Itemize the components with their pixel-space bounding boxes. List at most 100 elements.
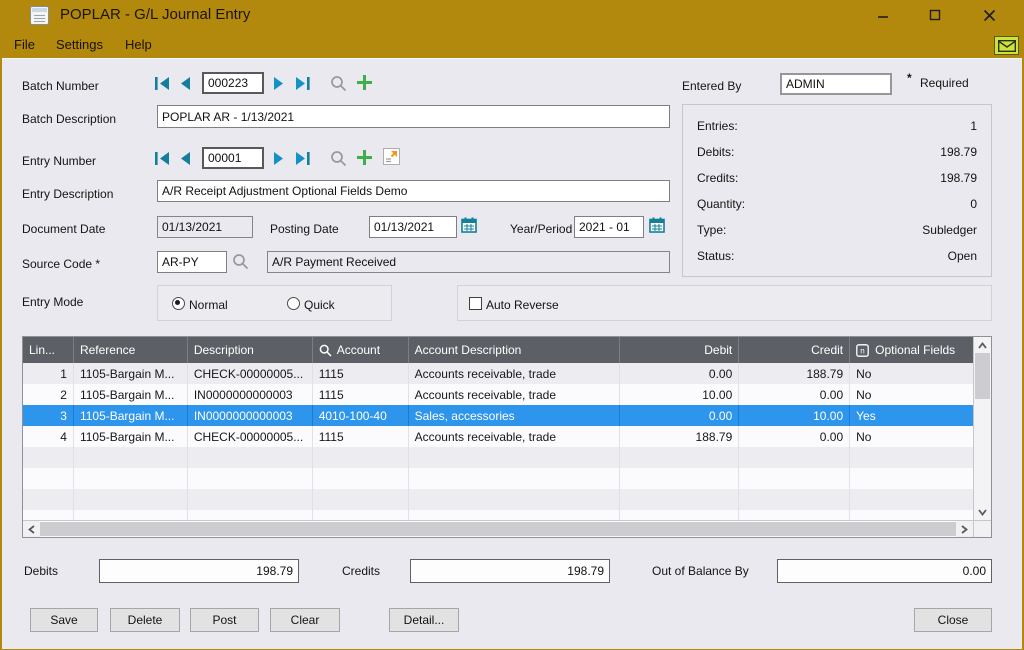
last-record-icon[interactable] bbox=[294, 77, 310, 90]
close-button[interactable]: Close bbox=[914, 608, 992, 632]
delete-button[interactable]: Delete bbox=[110, 608, 180, 632]
posting-date-input[interactable]: 01/13/2021 bbox=[369, 216, 457, 238]
menu-file[interactable]: File bbox=[14, 37, 35, 52]
totals-debits-value: 198.79 bbox=[99, 559, 299, 583]
required-asterisk: * bbox=[907, 71, 912, 85]
totals-credits-label: Credits bbox=[342, 564, 381, 578]
batch-description-input[interactable]: POPLAR AR - 1/13/2021 bbox=[157, 105, 670, 128]
table-row-selected[interactable]: 3 1105-Bargain M... IN0000000000003 4010… bbox=[23, 405, 974, 426]
empty-row bbox=[23, 468, 974, 489]
new-entry-plus-icon[interactable] bbox=[357, 150, 372, 165]
scroll-left-icon[interactable] bbox=[23, 521, 40, 537]
quantity-value: 0 bbox=[970, 197, 977, 211]
horizontal-scroll-thumb[interactable] bbox=[40, 522, 957, 536]
table-row[interactable]: 2 1105-Bargain M... IN0000000000003 1115… bbox=[23, 384, 974, 405]
year-period-calendar-icon[interactable] bbox=[649, 217, 665, 233]
entry-mode-quick-label: Quick bbox=[304, 298, 335, 312]
status-value: Open bbox=[947, 249, 977, 263]
entry-mode-normal-radio[interactable] bbox=[172, 297, 185, 310]
previous-record-icon[interactable] bbox=[179, 77, 191, 90]
entry-next-record-icon[interactable] bbox=[273, 152, 285, 165]
scrollbar-corner bbox=[974, 520, 991, 537]
scroll-right-icon[interactable] bbox=[956, 521, 974, 537]
entered-by-input[interactable]: ADMIN bbox=[780, 73, 892, 95]
required-note: Required bbox=[920, 76, 969, 90]
menu-settings[interactable]: Settings bbox=[56, 37, 103, 52]
quantity-label: Quantity: bbox=[697, 197, 746, 211]
post-button[interactable]: Post bbox=[190, 608, 259, 632]
entry-number-input[interactable]: 00001 bbox=[202, 147, 264, 169]
posting-date-calendar-icon[interactable] bbox=[461, 217, 477, 233]
col-header-account[interactable]: Account bbox=[313, 337, 409, 363]
auto-reverse-label: Auto Reverse bbox=[486, 298, 559, 312]
batch-finder-search-icon[interactable] bbox=[330, 75, 347, 92]
col-header-reference[interactable]: Reference bbox=[74, 337, 188, 363]
credits-stat-label: Credits: bbox=[697, 171, 739, 185]
maximize-button[interactable] bbox=[918, 3, 952, 27]
menu-help[interactable]: Help bbox=[125, 37, 152, 52]
grid-header-row: Lin... Reference Description Account Acc… bbox=[23, 337, 974, 363]
totals-debits-label: Debits bbox=[24, 564, 59, 578]
new-batch-plus-icon[interactable] bbox=[357, 75, 372, 90]
next-record-icon[interactable] bbox=[273, 77, 285, 90]
scroll-down-icon[interactable] bbox=[974, 504, 991, 520]
document-date-field: 01/13/2021 bbox=[157, 216, 253, 238]
clear-button[interactable]: Clear bbox=[270, 608, 340, 632]
entry-last-record-icon[interactable] bbox=[294, 152, 310, 165]
year-period-label: Year/Period bbox=[510, 222, 573, 236]
out-of-balance-label: Out of Balance By bbox=[652, 564, 749, 578]
source-code-input[interactable]: AR-PY bbox=[157, 251, 227, 273]
posting-date-label: Posting Date bbox=[270, 222, 339, 236]
entry-number-label: Entry Number bbox=[22, 154, 97, 168]
first-record-icon[interactable] bbox=[155, 77, 171, 90]
vertical-scrollbar[interactable] bbox=[973, 337, 991, 537]
scroll-up-icon[interactable] bbox=[974, 337, 991, 353]
empty-row bbox=[23, 510, 974, 520]
col-header-credit[interactable]: Credit bbox=[739, 337, 851, 363]
app-window: POPLAR - G/L Journal Entry File Settings… bbox=[0, 0, 1024, 650]
form-area: Batch Number 000223 Entered By ADMIN * R… bbox=[2, 58, 1022, 649]
minimize-button[interactable] bbox=[866, 3, 900, 27]
col-header-description[interactable]: Description bbox=[188, 337, 313, 363]
type-value: Subledger bbox=[922, 223, 977, 237]
col-header-line[interactable]: Lin... bbox=[23, 337, 74, 363]
detail-button[interactable]: Detail... bbox=[389, 608, 459, 632]
table-row[interactable]: 1 1105-Bargain M... CHECK-00000005... 11… bbox=[23, 363, 974, 384]
envelope-icon[interactable] bbox=[994, 36, 1019, 55]
entry-first-record-icon[interactable] bbox=[155, 152, 171, 165]
entered-by-label: Entered By bbox=[682, 79, 742, 93]
source-code-search-icon[interactable] bbox=[232, 253, 249, 270]
entries-value: 1 bbox=[970, 119, 977, 133]
col-header-optional-fields[interactable]: n Optional Fields bbox=[850, 337, 973, 363]
entry-previous-record-icon[interactable] bbox=[179, 152, 191, 165]
debits-stat-label: Debits: bbox=[697, 145, 735, 159]
year-period-input[interactable]: 2021 - 01 bbox=[574, 216, 644, 238]
entry-totals-panel: Entries: 1 Debits: 198.79 Credits: 198.79 Q… bbox=[682, 104, 992, 277]
optional-fields-icon: n bbox=[856, 343, 869, 357]
empty-row bbox=[23, 489, 974, 510]
save-button[interactable]: Save bbox=[30, 608, 98, 632]
entry-description-label: Entry Description bbox=[22, 187, 114, 201]
source-code-description-field: A/R Payment Received bbox=[267, 251, 670, 273]
auto-reverse-group: Auto Reverse bbox=[457, 285, 992, 321]
entry-mode-quick-radio[interactable] bbox=[287, 297, 300, 310]
close-window-button[interactable] bbox=[972, 3, 1006, 27]
detail-zoom-icon[interactable] bbox=[383, 148, 400, 165]
auto-reverse-checkbox[interactable] bbox=[469, 297, 482, 310]
col-header-account-description[interactable]: Account Description bbox=[409, 337, 621, 363]
batch-number-input[interactable]: 000223 bbox=[202, 72, 264, 94]
table-row[interactable]: 4 1105-Bargain M... CHECK-00000005... 11… bbox=[23, 426, 974, 447]
source-code-label: Source Code * bbox=[22, 257, 101, 271]
totals-credits-value: 198.79 bbox=[410, 559, 610, 583]
debits-stat-value: 198.79 bbox=[940, 145, 977, 159]
entry-finder-search-icon[interactable] bbox=[330, 150, 347, 167]
entry-mode-normal-label: Normal bbox=[189, 298, 228, 312]
batch-description-label: Batch Description bbox=[22, 112, 117, 126]
col-header-debit[interactable]: Debit bbox=[620, 337, 740, 363]
horizontal-scrollbar[interactable] bbox=[23, 520, 974, 537]
empty-row bbox=[23, 447, 974, 468]
entry-mode-label: Entry Mode bbox=[22, 295, 84, 309]
entry-description-input[interactable]: A/R Receipt Adjustment Optional Fields D… bbox=[157, 180, 670, 202]
batch-number-label: Batch Number bbox=[22, 79, 99, 93]
vertical-scroll-thumb[interactable] bbox=[975, 353, 990, 399]
